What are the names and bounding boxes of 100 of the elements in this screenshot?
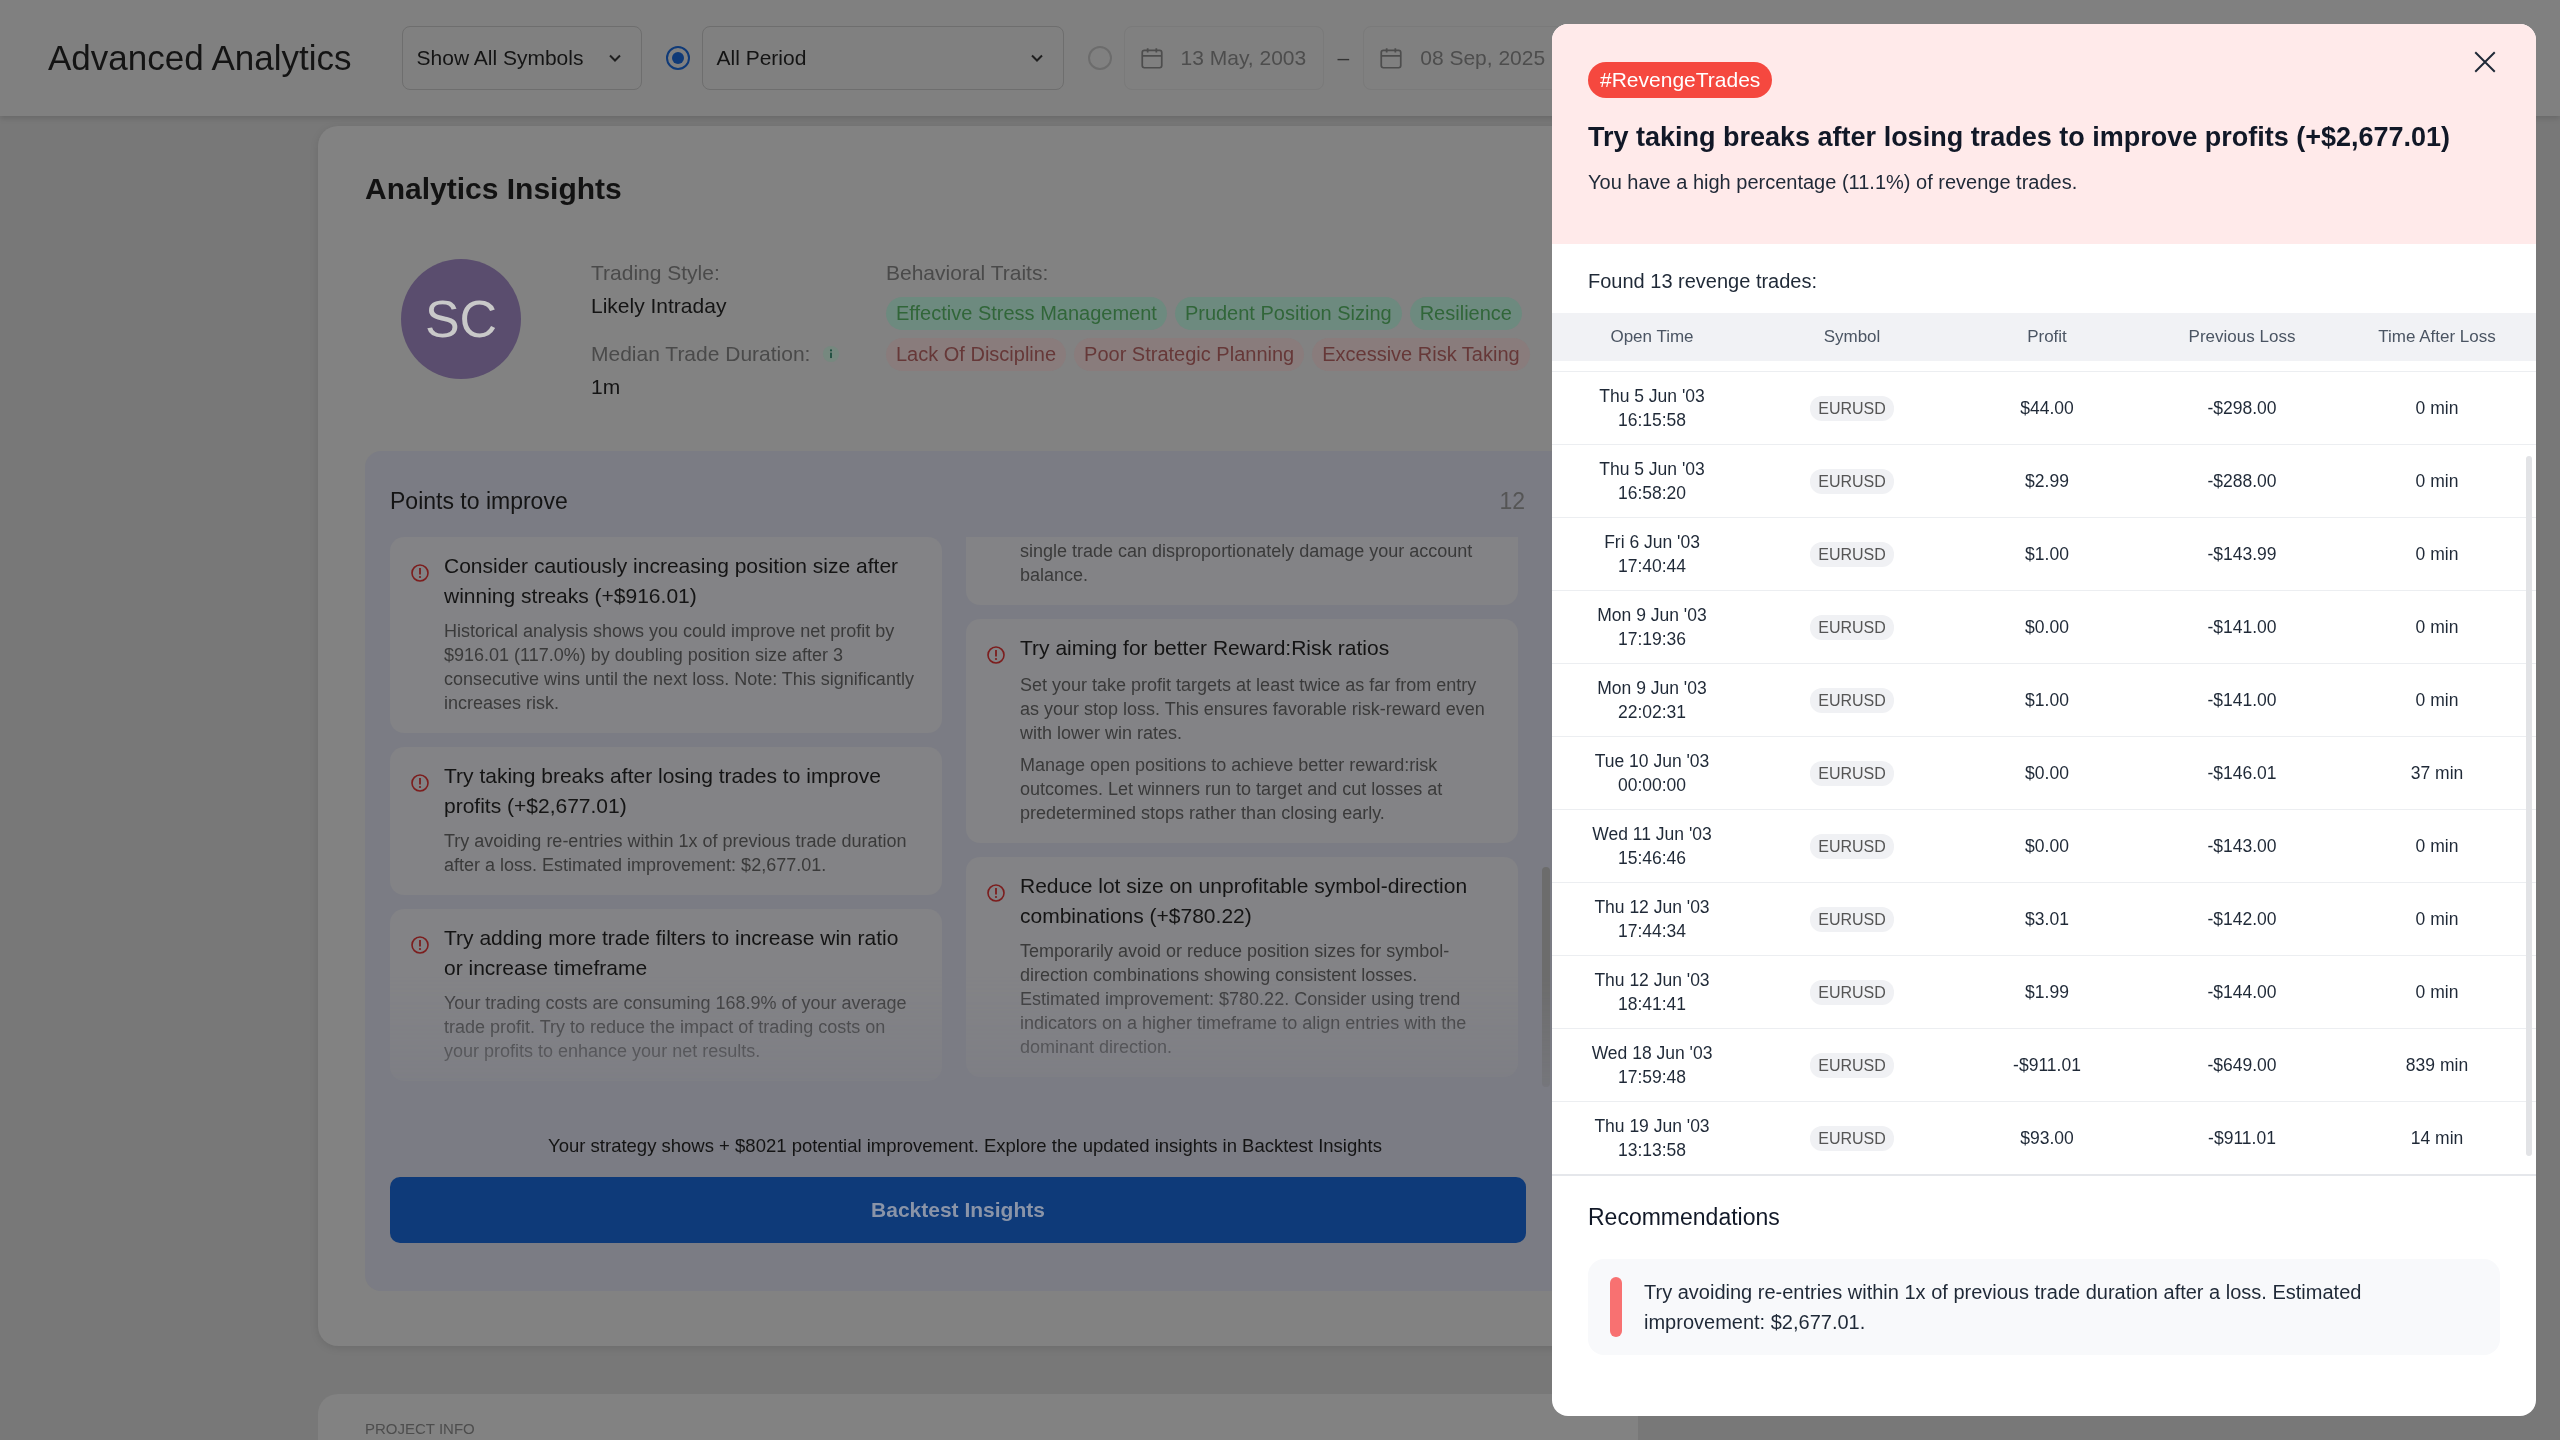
warning-icon xyxy=(410,563,430,583)
table-cell-text: 0 min xyxy=(2414,397,2460,419)
trait-tag: Resilience xyxy=(1409,297,1522,330)
column-header: Open Time xyxy=(1609,327,1695,347)
insight-title: Try taking breaks after losing trades to improve profits (+$2,677.01) xyxy=(444,763,882,819)
table-cell-text: $0.00 xyxy=(2024,616,2070,638)
table-cell-text: -$141.00 xyxy=(2206,616,2278,638)
symbol-pill: EURUSD xyxy=(1810,395,1894,421)
table-cell-text: $0.00 xyxy=(2024,762,2070,784)
table-cell-text: 0 min xyxy=(2414,981,2460,1003)
trait-tag: Lack Of Discipline xyxy=(886,338,1067,371)
table-cell-text: $44.00 xyxy=(2019,397,2075,419)
period-dropdown[interactable]: All Period xyxy=(701,26,1064,90)
table-cell-text: $93.00 xyxy=(2019,1127,2075,1149)
table-cell-text: 839 min xyxy=(2404,1054,2470,1076)
table-cell-text: -$649.00 xyxy=(2206,1054,2278,1076)
symbol-pill: EURUSD xyxy=(1810,541,1894,567)
symbol-pill: EURUSD xyxy=(1810,1125,1894,1151)
found-text: Found 13 revenge trades: xyxy=(1588,270,1819,293)
table-cell-text: Tue 10 Jun '03 00:00:00 xyxy=(1593,750,1711,797)
info-icon[interactable] xyxy=(822,345,841,363)
table-cell-text: Fri 6 Jun '03 17:40:44 xyxy=(1603,531,1701,578)
insight-text: Historical analysis shows you could improve net profit by $916.01 (117.0%) by doubling position size after 3 consecutive wins until the next loss. Note: This significantly increases risk. xyxy=(444,620,915,715)
symbols-dropdown[interactable]: Show All Symbols xyxy=(401,26,642,90)
stat-value: 1m xyxy=(591,375,622,399)
calendar-icon xyxy=(1378,45,1405,71)
stat-value: Likely Intraday xyxy=(591,294,728,318)
table-cell-text: 14 min xyxy=(2409,1127,2465,1149)
stat-label: Trading Style: xyxy=(591,261,721,285)
table-cell-text: -$142.00 xyxy=(2206,908,2278,930)
table-cell-text: -$146.01 xyxy=(2206,762,2278,784)
table-cell-text: $2.99 xyxy=(2024,470,2070,492)
insight-title: Consider cautiously increasing position size after winning streaks (+$916.01) xyxy=(444,553,900,609)
symbol-pill: EURUSD xyxy=(1810,468,1894,494)
column-header: Time After Loss xyxy=(2377,327,2497,347)
table-cell-text: 0 min xyxy=(2414,835,2460,857)
calendar-icon xyxy=(1138,45,1165,71)
modal-title: Try taking breaks after losing trades to improve profits (+$2,677.01) xyxy=(1588,122,2451,153)
warning-icon xyxy=(986,883,1006,903)
insight-title: Try aiming for better Reward:Risk ratios xyxy=(1020,635,1390,661)
table-cell-text: 37 min xyxy=(2409,762,2465,784)
trait-tag: Poor Strategic Planning xyxy=(1074,338,1305,371)
table-cell-text: -$143.99 xyxy=(2206,543,2278,565)
scrollbar[interactable] xyxy=(1542,867,1550,1087)
table-cell-text: -$288.00 xyxy=(2206,470,2278,492)
close-icon[interactable] xyxy=(2472,49,2498,75)
symbol-pill: EURUSD xyxy=(1810,614,1894,640)
scrollbar[interactable] xyxy=(2526,456,2532,1156)
summary-text: Your strategy shows + $8021 potential improvement. Explore the updated insights in Backtest Insights xyxy=(547,1135,1383,1157)
table-cell-text: -$144.00 xyxy=(2206,981,2278,1003)
table-cell-text: $1.00 xyxy=(2024,543,2070,565)
table-cell-text: Thu 5 Jun '03 16:58:20 xyxy=(1598,458,1706,505)
insight-title: Try adding more trade filters to increase win ratio or increase timeframe xyxy=(444,925,900,981)
period-radio[interactable] xyxy=(665,46,690,70)
table-cell-text: $1.00 xyxy=(2024,689,2070,711)
table-cell-text: $1.99 xyxy=(2024,981,2070,1003)
accent-bar xyxy=(1610,1277,1622,1337)
section-title: Analytics Insights xyxy=(365,172,622,206)
avatar: SC xyxy=(401,259,521,379)
table-cell-text: Wed 11 Jun '03 15:46:46 xyxy=(1591,823,1713,870)
modal-subtitle: You have a high percentage (11.1%) of revenge trades. xyxy=(1588,171,2078,194)
table-cell-text: Mon 9 Jun '03 17:19:36 xyxy=(1596,604,1708,651)
trait-tag: Effective Stress Management xyxy=(886,297,1167,330)
trait-tag: Excessive Risk Taking xyxy=(1312,338,1530,371)
warning-icon xyxy=(410,773,430,793)
warning-icon xyxy=(986,645,1006,665)
stat-label: Median Trade Duration: xyxy=(591,342,811,366)
table-cell-text: Mon 9 Jun '03 22:02:31 xyxy=(1596,677,1708,724)
table-cell-text: -$911.01 xyxy=(2012,1054,2082,1076)
recommendation-text: Try avoiding re-entries within 1x of previous trade duration after a loss. Estimated improvement: $2,677.01. xyxy=(1644,1280,2363,1335)
hashtag-badge: #RevengeTrades xyxy=(1588,62,1773,98)
table-cell-text: -$143.00 xyxy=(2206,835,2278,857)
table-cell-text: 0 min xyxy=(2414,689,2460,711)
symbol-pill: EURUSD xyxy=(1810,687,1894,713)
table-cell-text: Wed 18 Jun '03 17:59:48 xyxy=(1590,1042,1714,1089)
symbol-pill: EURUSD xyxy=(1810,979,1894,1005)
trait-tag: Prudent Position Sizing xyxy=(1174,297,1402,330)
range-separator: – xyxy=(1337,46,1350,70)
warning-icon xyxy=(410,935,430,955)
table-cell-text: Thu 5 Jun '03 16:15:58 xyxy=(1598,385,1706,432)
table-cell-text: 0 min xyxy=(2414,470,2460,492)
panel-title: Points to improve xyxy=(390,487,568,515)
table-cell-text: Thu 12 Jun '03 18:41:41 xyxy=(1593,969,1711,1016)
page-title: Advanced Analytics xyxy=(48,38,352,78)
symbol-pill: EURUSD xyxy=(1810,833,1894,859)
section-title: Recommendations xyxy=(1588,1204,1781,1231)
table-cell-text: 0 min xyxy=(2414,543,2460,565)
column-header: Previous Loss xyxy=(2187,327,2297,347)
backtest-button[interactable]: Backtest Insights xyxy=(390,1177,1526,1243)
column-header: Symbol xyxy=(1822,327,1882,347)
insight-title: Reduce lot size on unprofitable symbol-direction combinations (+$780.22) xyxy=(1020,873,1469,929)
table-cell-text: -$141.00 xyxy=(2206,689,2278,711)
table-cell-text: 0 min xyxy=(2414,908,2460,930)
table-cell-text: Thu 12 Jun '03 17:44:34 xyxy=(1593,896,1711,943)
stat-label: Behavioral Traits: xyxy=(886,261,1050,285)
insight-text: Set your take profit targets at least twice as far from entry as your stop loss. This ensures favorable risk-reward even with lower win rates. xyxy=(1020,674,1486,745)
table-cell-text: $3.01 xyxy=(2024,908,2070,930)
symbol-pill: EURUSD xyxy=(1810,1052,1894,1078)
table-cell-text: -$911.01 xyxy=(2207,1127,2277,1149)
column-header: Profit xyxy=(2026,327,2068,347)
